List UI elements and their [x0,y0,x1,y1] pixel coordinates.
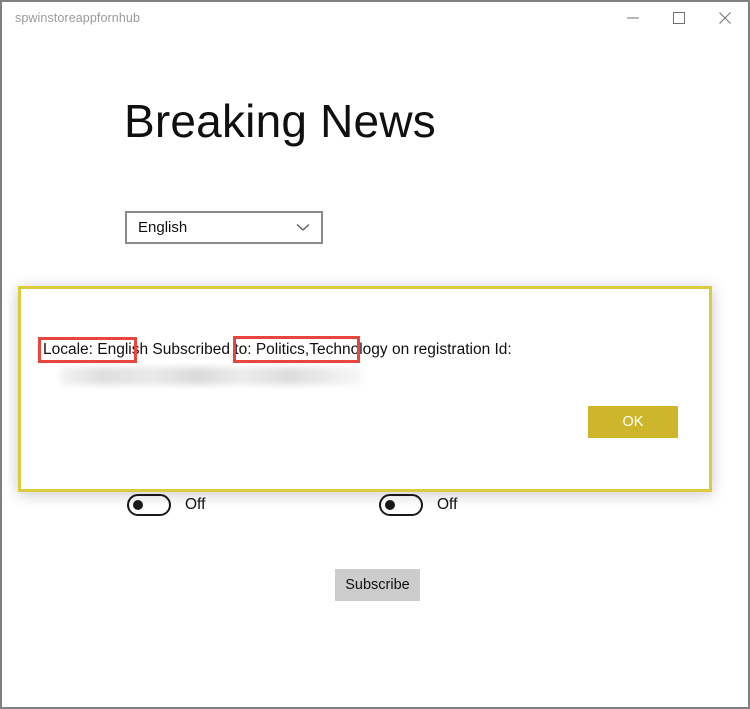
page-title: Breaking News [124,95,436,147]
locale-dropdown-value: English [138,219,188,236]
toggle-group-second: Off [379,494,457,516]
close-icon [718,11,732,25]
minimize-button[interactable] [610,2,656,34]
toggle-switch-second[interactable] [379,494,423,516]
toggle-knob [133,500,143,510]
toggle-label-second: Off [437,496,458,513]
dialog-message-trailing: on registration Id: [387,341,512,358]
subscribe-button[interactable]: Subscribe [335,569,420,601]
message-dialog: Locale: English Subscribed to: Politics,… [18,286,712,492]
locale-dropdown[interactable]: English [125,211,323,244]
registration-id-redacted [61,367,361,385]
dialog-message: Locale: English Subscribed to: Politics,… [43,341,512,359]
maximize-button[interactable] [656,2,702,34]
toggle-switch-first[interactable] [127,494,171,516]
dialog-message-subscribed-label: Subscribed to: [148,341,256,358]
title-bar: spwinstoreappfornhub [2,2,748,36]
minimize-icon [626,11,640,25]
toggle-label-first: Off [185,496,206,513]
app-window: spwinstoreappfornhub Breaking News Engli… [0,0,750,709]
dialog-message-topics: Politics,Technology [255,341,388,358]
chevron-down-icon [290,223,316,232]
maximize-icon [672,11,686,25]
dialog-message-locale: Locale: English [43,341,149,358]
close-button[interactable] [702,2,748,34]
ok-button[interactable]: OK [588,406,678,438]
toggle-knob [385,500,395,510]
window-title: spwinstoreappfornhub [15,11,140,25]
toggle-group-first: Off [127,494,205,516]
window-controls [610,2,748,34]
